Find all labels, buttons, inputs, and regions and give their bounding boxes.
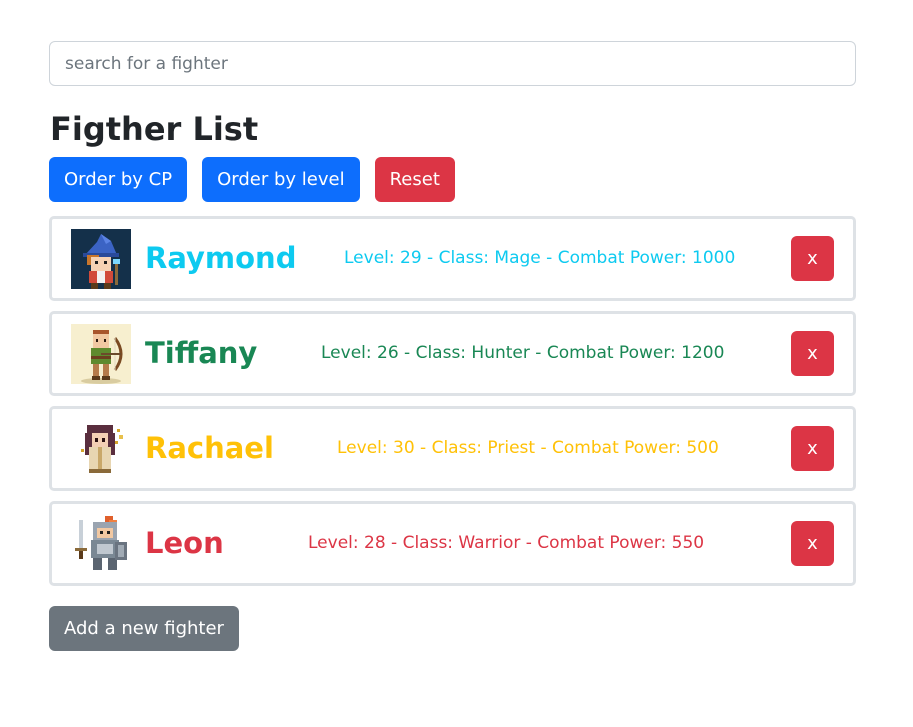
fighter-name: Leon (145, 526, 224, 560)
order-by-level-button[interactable]: Order by level (202, 157, 360, 202)
fighter-card: Tiffany Level: 26 - Class: Hunter - Comb… (49, 311, 856, 396)
sort-toolbar: Order by CP Order by level Reset (49, 157, 856, 202)
delete-fighter-button[interactable]: x (791, 331, 834, 376)
fighter-name: Raymond (145, 241, 297, 275)
fighter-card: Leon Level: 28 - Class: Warrior - Combat… (49, 501, 856, 586)
delete-fighter-button[interactable]: x (791, 521, 834, 566)
reset-button[interactable]: Reset (374, 157, 455, 202)
hunter-avatar-icon (71, 324, 131, 384)
mage-avatar-icon (71, 229, 131, 289)
app-container: Figther List Order by CP Order by level … (49, 41, 856, 651)
delete-fighter-button[interactable]: x (791, 426, 834, 471)
fighter-card: Rachael Level: 30 - Class: Priest - Comb… (49, 406, 856, 491)
fighter-name: Tiffany (145, 336, 258, 370)
priest-avatar-icon (71, 419, 131, 479)
fighter-stats: Level: 30 - Class: Priest - Combat Power… (337, 438, 719, 458)
add-fighter-button[interactable]: Add a new fighter (49, 606, 239, 651)
order-by-cp-button[interactable]: Order by CP (49, 157, 188, 202)
fighter-stats: Level: 26 - Class: Hunter - Combat Power… (321, 343, 725, 363)
fighter-stats: Level: 29 - Class: Mage - Combat Power: … (344, 248, 736, 268)
delete-fighter-button[interactable]: x (791, 236, 834, 281)
fighter-stats: Level: 28 - Class: Warrior - Combat Powe… (308, 533, 705, 553)
fighter-name: Rachael (145, 431, 274, 465)
search-input[interactable] (49, 41, 856, 86)
fighter-list: Raymond Level: 29 - Class: Mage - Combat… (49, 216, 856, 586)
warrior-avatar-icon (71, 514, 131, 574)
page-title: Figther List (50, 110, 259, 148)
fighter-card: Raymond Level: 29 - Class: Mage - Combat… (49, 216, 856, 301)
